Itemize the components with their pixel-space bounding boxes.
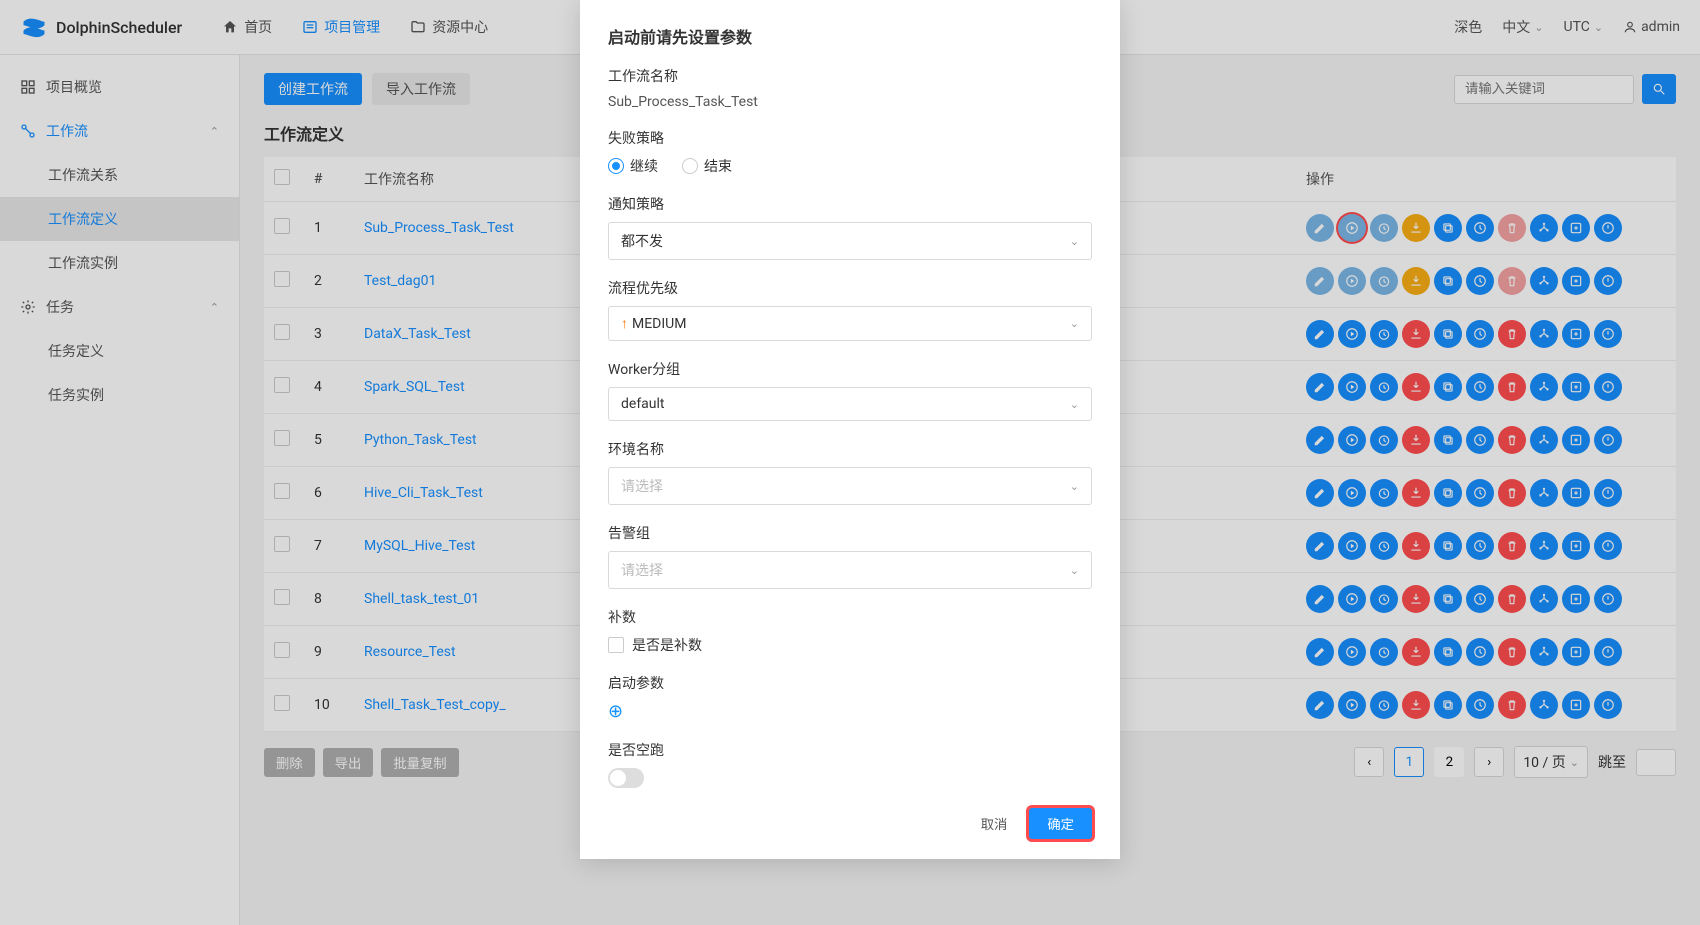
wf-name-value: Sub_Process_Task_Test bbox=[608, 94, 1092, 110]
alarm-select[interactable]: 请选择 ⌄ bbox=[608, 551, 1092, 589]
switch-knob bbox=[610, 770, 626, 786]
wf-name-label: 工作流名称 bbox=[608, 66, 1092, 86]
priority-value: MEDIUM bbox=[632, 316, 686, 332]
modal-footer: 取消 确定 bbox=[608, 808, 1092, 839]
complement-check-label: 是否是补数 bbox=[632, 635, 702, 655]
radio-icon bbox=[682, 158, 698, 174]
chevron-down-icon: ⌄ bbox=[1070, 235, 1079, 248]
env-placeholder: 请选择 bbox=[621, 476, 663, 496]
dryrun-label: 是否空跑 bbox=[608, 740, 1092, 760]
notify-select[interactable]: 都不发 ⌄ bbox=[608, 222, 1092, 260]
cancel-button[interactable]: 取消 bbox=[969, 808, 1020, 839]
radio-continue[interactable]: 继续 bbox=[608, 156, 658, 176]
notify-label: 通知策略 bbox=[608, 194, 1092, 214]
worker-select[interactable]: default ⌄ bbox=[608, 387, 1092, 421]
radio-continue-label: 继续 bbox=[630, 156, 658, 176]
alarm-placeholder: 请选择 bbox=[621, 560, 663, 580]
radio-end-label: 结束 bbox=[704, 156, 732, 176]
chevron-down-icon: ⌄ bbox=[1070, 398, 1079, 411]
priority-select[interactable]: ↑MEDIUM ⌄ bbox=[608, 306, 1092, 341]
modal-title: 启动前请先设置参数 bbox=[608, 24, 1092, 48]
chevron-down-icon: ⌄ bbox=[1070, 317, 1079, 330]
notify-value: 都不发 bbox=[621, 231, 663, 251]
env-label: 环境名称 bbox=[608, 439, 1092, 459]
env-select[interactable]: 请选择 ⌄ bbox=[608, 467, 1092, 505]
add-param-button[interactable]: ⊕ bbox=[608, 701, 623, 722]
arrow-up-icon: ↑ bbox=[621, 316, 628, 332]
confirm-button[interactable]: 确定 bbox=[1029, 808, 1092, 839]
worker-value: default bbox=[621, 396, 665, 412]
radio-end[interactable]: 结束 bbox=[682, 156, 732, 176]
start-params-modal: 启动前请先设置参数 工作流名称 Sub_Process_Task_Test 失败… bbox=[580, 0, 1120, 859]
chevron-down-icon: ⌄ bbox=[1070, 480, 1079, 493]
complement-label: 补数 bbox=[608, 607, 1092, 627]
radio-icon bbox=[608, 158, 624, 174]
fail-strategy-radio-group: 继续 结束 bbox=[608, 156, 1092, 176]
alarm-label: 告警组 bbox=[608, 523, 1092, 543]
dryrun-switch[interactable] bbox=[608, 768, 644, 788]
start-param-label: 启动参数 bbox=[608, 673, 1092, 693]
chevron-down-icon: ⌄ bbox=[1070, 564, 1079, 577]
priority-label: 流程优先级 bbox=[608, 278, 1092, 298]
complement-checkbox-row[interactable]: 是否是补数 bbox=[608, 635, 1092, 655]
complement-checkbox[interactable] bbox=[608, 637, 624, 653]
worker-label: Worker分组 bbox=[608, 359, 1092, 379]
fail-strategy-label: 失败策略 bbox=[608, 128, 1092, 148]
